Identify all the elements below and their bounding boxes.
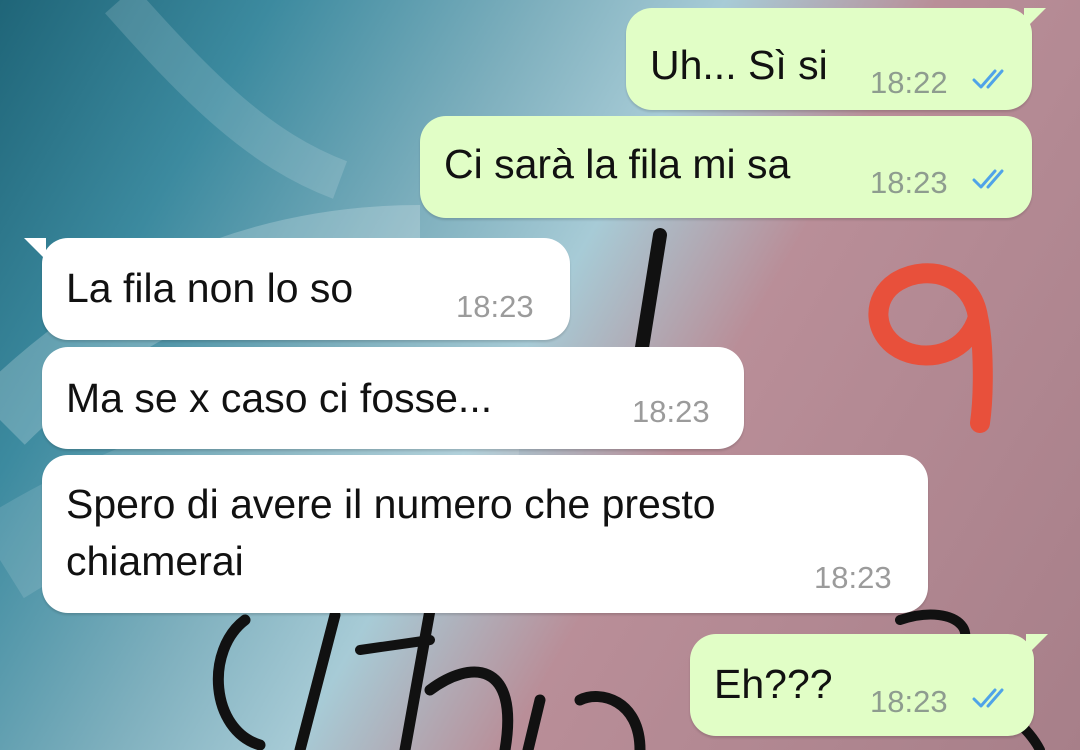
bubble-tail [1024, 8, 1046, 30]
bubble-tail [24, 238, 46, 260]
message-time: 18:23 [870, 165, 948, 200]
bubble-tail [1026, 634, 1048, 656]
incoming-message[interactable]: Spero di avere il numero che presto chia… [42, 455, 928, 613]
message-time: 18:23 [870, 684, 948, 719]
message-time: 18:23 [814, 560, 892, 595]
double-check-icon [972, 688, 1004, 708]
message-text-line-2: chiamerai [66, 538, 244, 584]
message-text: La fila non lo so [66, 265, 354, 311]
message-text: Uh... Sì si [650, 42, 828, 88]
message-text: Ma se x caso ci fosse... [66, 375, 493, 421]
double-check-icon [972, 69, 1004, 89]
incoming-message[interactable]: Ma se x caso ci fosse... 18:23 [42, 347, 744, 449]
message-text: Eh??? [714, 661, 833, 707]
outgoing-message[interactable]: Ci sarà la fila mi sa 18:23 [420, 116, 1032, 218]
message-time: 18:22 [870, 65, 948, 100]
double-check-icon [972, 169, 1004, 189]
message-time: 18:23 [456, 289, 534, 324]
red-nine-doodle-icon [868, 263, 993, 433]
message-text: Ci sarà la fila mi sa [444, 141, 791, 187]
outgoing-message[interactable]: Eh??? 18:23 [690, 634, 1048, 736]
incoming-message[interactable]: La fila non lo so 18:23 [24, 238, 570, 340]
message-time: 18:23 [632, 394, 710, 429]
outgoing-message[interactable]: Uh... Sì si 18:22 [626, 8, 1046, 110]
message-text-line-1: Spero di avere il numero che presto [66, 481, 716, 527]
